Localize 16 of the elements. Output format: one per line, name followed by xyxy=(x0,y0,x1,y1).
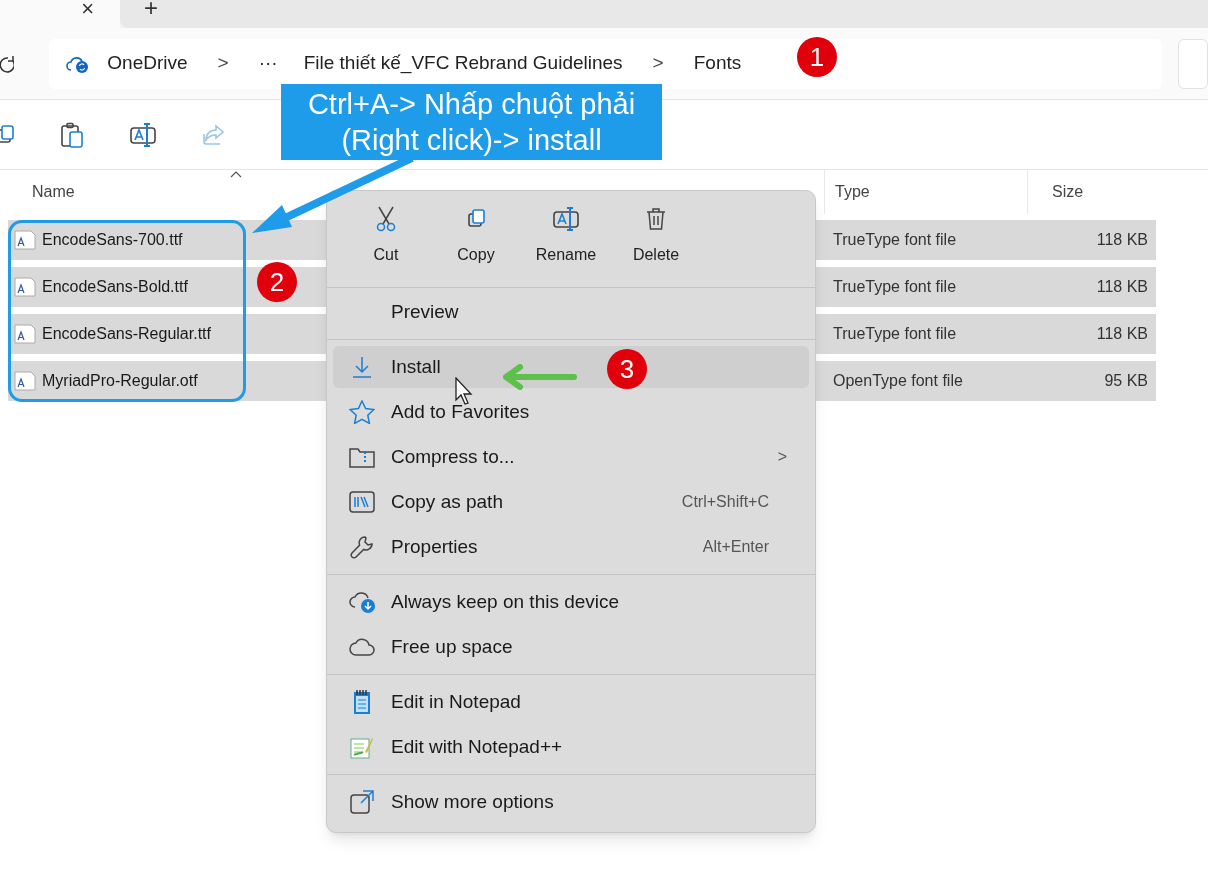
file-name: EncodeSans-700.ttf xyxy=(42,230,183,250)
chevron-icon: > xyxy=(640,49,676,78)
callout-label: Ctrl+A-> Nhấp chuột phải (Right click)-> install xyxy=(281,84,662,160)
file-name: EncodeSans-Bold.ttf xyxy=(42,277,188,297)
file-type: TrueType font file xyxy=(832,277,958,297)
file-type: OpenType font file xyxy=(832,371,964,391)
file-size: 95 KB xyxy=(1103,371,1148,391)
file-size: 118 KB xyxy=(1095,324,1148,344)
file-name: MyriadPro-Regular.otf xyxy=(42,371,198,391)
file-name: EncodeSans-Regular.ttf xyxy=(42,324,211,344)
file-type: TrueType font file xyxy=(832,230,958,250)
step-badge: 2 xyxy=(257,262,297,302)
chevron-icon: > xyxy=(205,49,241,78)
file-size: 118 KB xyxy=(1095,230,1148,250)
file-type: TrueType font file xyxy=(832,324,958,344)
file-size: 118 KB xyxy=(1095,277,1148,297)
